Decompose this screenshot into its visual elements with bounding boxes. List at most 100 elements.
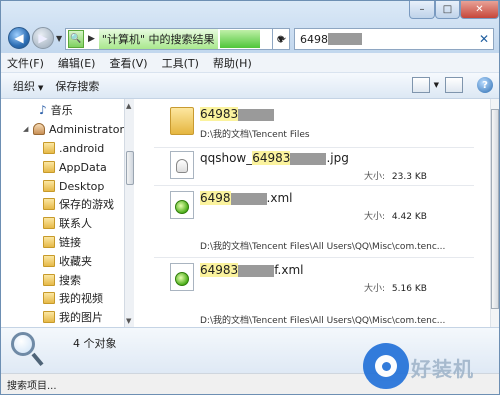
scroll-down-icon[interactable]: ▼ [126,317,131,325]
help-icon[interactable]: ? [477,77,493,93]
breadcrumb[interactable]: "计算机" 中的搜索结果 [98,29,218,49]
save-search-button[interactable]: 保存搜索 [55,78,99,94]
name-suffix: f.xml [274,263,304,277]
results-scrollbar[interactable] [490,99,499,327]
list-item[interactable]: qqshow_64983 .jpg 大小: 23.3 KB [164,151,474,185]
folder-icon [43,292,55,304]
list-item[interactable]: 64983 f.xml 大小: 5.16 KB D:\我的文档\Tencent F… [164,263,474,326]
music-icon: ♪ [39,103,47,117]
name-highlight: 6498 [200,191,231,205]
nav-item-pictures[interactable]: 我的图片 [43,308,103,326]
search-box[interactable]: 6498 ✕ [294,28,494,50]
item-name: 6498 .xml [200,191,293,205]
item-name: qqshow_64983 .jpg [200,151,349,165]
nav-item-searches[interactable]: 搜索 [43,271,81,289]
nav-label: Administrator [49,122,124,136]
size-value: 4.42 KB [391,212,427,222]
nav-label: 保存的游戏 [59,198,114,211]
name-highlight: 64983 [200,107,239,121]
scroll-up-icon[interactable]: ▲ [126,102,131,110]
menu-tools[interactable]: 工具(T) [162,55,199,71]
clear-search-icon[interactable]: ✕ [479,32,489,46]
item-name: 64983 f.xml [200,263,303,277]
nav-item-saved-games[interactable]: 保存的游戏 [43,195,114,213]
nav-label: .android [59,141,105,155]
search-icon [11,332,35,356]
navigation-pane: ♪ 音乐 ◢ Administrator .android AppData Des… [1,99,133,327]
redaction [290,152,327,165]
change-view-icon[interactable] [411,77,430,93]
nav-scrollbar[interactable]: ▲ ▼ [124,99,134,327]
menu-edit[interactable]: 编辑(E) [58,55,96,71]
redaction [328,33,362,45]
nav-item-links[interactable]: 链接 [43,233,81,251]
collapse-icon[interactable]: ◢ [23,125,28,133]
item-size: 大小: 4.42 KB [364,212,427,222]
nav-item-favorites[interactable]: 收藏夹 [43,252,92,270]
name-prefix: qqshow_ [200,151,253,165]
folder-icon [43,198,55,210]
nav-item-android[interactable]: .android [43,139,104,157]
menu-bar: 文件(F) 编辑(E) 查看(V) 工具(T) 帮助(H) [1,53,499,73]
item-path: D:\我的文档\Tencent Files\All Users\QQ\Misc\… [200,242,446,252]
search-progress-bar [219,30,260,48]
menu-help[interactable]: 帮助(H) [213,55,252,71]
size-value: 5.16 KB [391,284,427,294]
user-icon [33,123,45,135]
nav-item-contacts[interactable]: 联系人 [43,214,92,232]
recent-pages-dropdown[interactable]: ▼ [56,34,62,43]
nav-item-administrator[interactable]: Administrator [33,120,124,138]
redaction [238,108,275,121]
organize-button[interactable]: 组织 ▼ [13,78,43,94]
explorer-window: – □ ✕ ◀ ▶ ▼ 🔍 ▶ "计算机" 中的搜索结果 ▼ ⟳ 6498 ✕ … [0,0,500,395]
nav-item-music[interactable]: ♪ 音乐 [39,101,73,119]
nav-item-appdata[interactable]: AppData [43,158,107,176]
folder-icon [170,107,194,135]
minimize-button[interactable]: – [409,1,435,19]
nav-label: 联系人 [59,217,92,230]
view-controls: ▼ ? [406,77,493,93]
scrollbar-thumb[interactable] [126,151,134,185]
organize-label: 组织 [13,79,35,93]
object-count: 4 个对象 [73,337,117,350]
folder-icon [43,255,55,267]
folder-icon [43,311,55,323]
image-file-icon [170,151,194,179]
folder-icon [43,142,55,154]
scrollbar-thumb[interactable] [491,109,499,309]
toolbar: 组织 ▼ 保存搜索 ▼ ? [1,73,499,99]
size-label: 大小 [364,172,383,182]
list-item[interactable]: 64983 D:\我的文档\Tencent Files [164,107,474,147]
item-path: D:\我的文档\Tencent Files [200,130,310,140]
address-bar[interactable]: 🔍 ▶ "计算机" 中的搜索结果 ▼ [65,28,290,50]
item-path: D:\我的文档\Tencent Files\All Users\QQ\Misc\… [200,316,446,326]
nav-label: AppData [59,160,107,174]
back-button[interactable]: ◀ [8,27,30,49]
search-query[interactable]: 6498 [300,33,328,46]
nav-item-videos[interactable]: 我的视频 [43,289,103,307]
name-highlight: 64983 [252,151,291,165]
menu-file[interactable]: 文件(F) [7,55,44,71]
size-value: 23.3 KB [391,172,427,182]
list-item[interactable]: 6498 .xml 大小: 4.42 KB D:\我的文档\Tencent Fil… [164,191,474,252]
preview-pane-icon[interactable] [445,77,463,93]
folder-icon [43,274,55,286]
folder-icon [43,217,55,229]
chevron-down-icon: ▼ [38,83,44,92]
results-list: 64983 D:\我的文档\Tencent Files qqshow_64983… [134,99,490,327]
xml-file-icon [170,263,194,291]
breadcrumb-arrow-icon[interactable]: ▶ [88,34,95,44]
nav-item-desktop[interactable]: Desktop [43,177,104,195]
forward-button[interactable]: ▶ [32,27,54,49]
size-label: 大小 [364,212,383,222]
menu-view[interactable]: 查看(V) [109,55,147,71]
nav-label: 音乐 [50,104,73,117]
maximize-button[interactable]: □ [435,1,460,19]
status-text: 搜索项目... [7,380,57,392]
view-dropdown-icon[interactable]: ▼ [434,81,439,89]
watermark-text: 好装机 [411,357,474,381]
close-button[interactable]: ✕ [460,1,499,19]
size-label: 大小 [364,284,383,294]
refresh-button[interactable]: ⟳ [272,28,290,50]
watermark-logo-icon [363,343,409,389]
